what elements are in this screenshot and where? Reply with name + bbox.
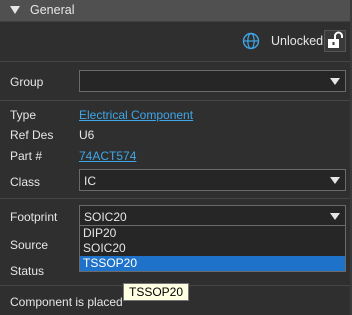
unlocked-padlock-icon[interactable]: [324, 30, 346, 52]
status-label: Status: [10, 264, 45, 278]
chevron-down-icon[interactable]: [330, 213, 340, 220]
footprint-label: Footprint: [10, 210, 58, 224]
group-select[interactable]: [79, 70, 346, 92]
type-link[interactable]: Electrical Component: [79, 108, 193, 122]
chevron-down-icon[interactable]: [330, 78, 340, 85]
class-select-value: IC: [84, 174, 96, 188]
class-select[interactable]: IC: [79, 169, 346, 191]
divider: [0, 198, 350, 199]
globe-icon[interactable]: [242, 32, 260, 50]
dropdown-option-highlighted[interactable]: TSSOP20: [80, 256, 345, 271]
properties-panel: General Unlocked Group Type Electrical C…: [0, 0, 352, 315]
source-label: Source: [10, 238, 49, 252]
dropdown-option[interactable]: DIP20: [80, 226, 345, 241]
divider: [0, 61, 350, 62]
placement-status-text: Component is placed: [10, 295, 123, 309]
ref-des-label: Ref Des: [10, 128, 54, 142]
type-label: Type: [10, 108, 37, 122]
section-title: General: [30, 3, 75, 17]
chevron-down-icon[interactable]: [330, 177, 340, 184]
footprint-select-value: SOIC20: [84, 210, 127, 224]
footprint-select[interactable]: SOIC20: [79, 205, 346, 227]
class-label: Class: [10, 175, 41, 189]
collapse-triangle-icon[interactable]: [10, 6, 20, 14]
divider: [0, 100, 350, 101]
group-label: Group: [10, 75, 44, 89]
part-number-label: Part #: [10, 149, 43, 163]
section-header-general[interactable]: General: [0, 0, 350, 22]
ref-des-value: U6: [79, 128, 95, 142]
tooltip: TSSOP20: [123, 283, 190, 301]
part-number-link[interactable]: 74ACT574: [79, 149, 136, 163]
footprint-dropdown-list[interactable]: DIP20 SOIC20 TSSOP20: [79, 225, 346, 272]
dropdown-option[interactable]: SOIC20: [80, 241, 345, 256]
lock-status-label: Unlocked: [271, 34, 324, 48]
